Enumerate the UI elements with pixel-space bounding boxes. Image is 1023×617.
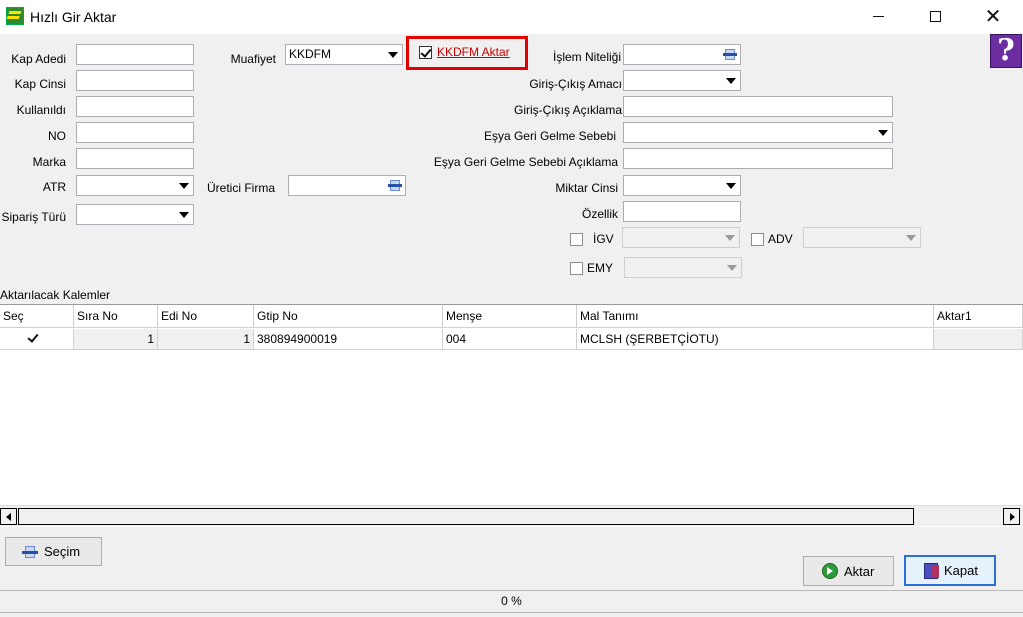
cell-aktar1[interactable] <box>934 329 1023 350</box>
column-header-mal-tanimi[interactable]: Mal Tanımı <box>577 305 934 328</box>
progress-text: 0 % <box>501 594 522 608</box>
esya-geri-gelme-sebebi-label: Eşya Geri Gelme Sebebi <box>483 129 616 143</box>
cell-mal-tanimi[interactable]: MCLSH (ŞERBETÇİOTU) <box>577 329 934 350</box>
column-header-sira-no[interactable]: Sıra No <box>74 305 158 328</box>
muafiyet-value: KKDFM <box>289 47 331 61</box>
kapat-button[interactable]: Kapat <box>904 555 996 586</box>
uretici-firma-label: Üretici Firma <box>207 181 275 195</box>
kullanildi-label: Kullanıldı <box>16 103 66 117</box>
cell-sira-no[interactable]: 1 <box>74 329 158 350</box>
marka-label: Marka <box>32 155 66 169</box>
close-button[interactable]: ✕ <box>970 0 1016 32</box>
maximize-icon <box>929 10 941 22</box>
esya-geri-gelme-sebebi-aciklama-input[interactable] <box>623 148 893 169</box>
chevron-down-icon <box>906 235 916 241</box>
column-header-sec[interactable]: Seç <box>0 305 74 328</box>
islem-niteligi-label: İşlem Niteliği <box>552 50 621 64</box>
igv-checkbox[interactable] <box>570 233 583 246</box>
cell-mense[interactable]: 004 <box>443 329 577 350</box>
uretici-firma-input[interactable] <box>288 175 406 196</box>
miktar-cinsi-select[interactable] <box>623 175 741 196</box>
column-header-gtip-no[interactable]: Gtip No <box>254 305 443 328</box>
kkdfm-aktar-checkbox[interactable] <box>419 46 432 59</box>
miktar-cinsi-label: Miktar Cinsi <box>555 181 618 195</box>
scrollbar-thumb[interactable] <box>18 508 914 525</box>
kap-cinsi-label: Kap Cinsi <box>14 77 66 91</box>
siparis-turu-select[interactable] <box>76 204 194 225</box>
lookup-icon[interactable] <box>721 46 739 63</box>
giris-cikis-aciklama-label: Giriş-Çıkış Açıklama <box>513 103 622 117</box>
scroll-right-icon[interactable] <box>1003 508 1020 525</box>
giris-cikis-amaci-select[interactable] <box>623 70 741 91</box>
emy-checkbox[interactable] <box>570 262 583 275</box>
scroll-left-icon[interactable] <box>0 508 17 525</box>
emy-select[interactable] <box>624 257 742 278</box>
siparis-turu-label: Sipariş Türü <box>1 210 66 224</box>
chevron-down-icon <box>179 212 189 218</box>
minimize-button[interactable] <box>855 0 901 32</box>
maximize-button[interactable] <box>912 0 958 32</box>
muafiyet-label: Muafiyet <box>230 52 276 66</box>
aktar-button[interactable]: Aktar <box>803 556 894 586</box>
esya-geri-gelme-sebebi-aciklama-label: Eşya Geri Gelme Sebebi Açıklama <box>433 155 618 169</box>
row-select-checkbox[interactable] <box>27 332 40 345</box>
kap-cinsi-input[interactable] <box>76 70 194 91</box>
no-label: NO <box>48 129 66 143</box>
help-icon[interactable]: ? <box>990 34 1022 68</box>
giris-cikis-aciklama-input[interactable] <box>623 96 893 117</box>
items-grid[interactable]: Seç Sıra No Edi No Gtip No Menşe Mal Tan… <box>0 304 1023 527</box>
kap-adedi-input[interactable] <box>76 44 194 65</box>
islem-niteligi-input[interactable] <box>623 44 741 65</box>
no-input[interactable] <box>76 122 194 143</box>
column-header-mense[interactable]: Menşe <box>443 305 577 328</box>
selection-icon <box>22 545 38 559</box>
adv-checkbox[interactable] <box>751 233 764 246</box>
marka-input[interactable] <box>76 148 194 169</box>
column-header-aktar1[interactable]: Aktar1 <box>934 305 1023 328</box>
exit-door-icon <box>924 562 939 579</box>
kullanildi-input[interactable] <box>76 96 194 117</box>
horizontal-scrollbar[interactable] <box>0 505 1023 526</box>
close-icon: ✕ <box>984 4 1002 28</box>
column-header-edi-no[interactable]: Edi No <box>158 305 254 328</box>
chevron-down-icon <box>878 130 888 136</box>
adv-select[interactable] <box>803 227 921 248</box>
igv-label: İGV <box>593 232 614 246</box>
chevron-down-icon <box>179 183 189 189</box>
chevron-down-icon <box>726 183 736 189</box>
ozellik-input[interactable] <box>623 201 741 222</box>
table-row[interactable] <box>0 329 74 350</box>
chevron-down-icon <box>727 265 737 271</box>
lookup-icon[interactable] <box>386 177 404 194</box>
play-arrow-icon <box>822 563 838 579</box>
ozellik-label: Özellik <box>581 207 618 221</box>
window-title: Hızlı Gir Aktar <box>30 9 117 25</box>
chevron-down-icon <box>726 78 736 84</box>
igv-select[interactable] <box>622 227 740 248</box>
atr-label: ATR <box>42 180 66 194</box>
giris-cikis-amaci-label: Giriş-Çıkış Amacı <box>529 77 622 91</box>
muafiyet-select[interactable]: KKDFM <box>285 44 403 65</box>
chevron-down-icon <box>725 235 735 241</box>
emy-label: EMY <box>587 261 614 275</box>
chevron-down-icon <box>388 52 398 58</box>
app-icon <box>6 7 24 25</box>
esya-geri-gelme-sebebi-select[interactable] <box>623 122 893 143</box>
cell-edi-no[interactable]: 1 <box>158 329 254 350</box>
kap-adedi-label: Kap Adedi <box>11 52 66 66</box>
cell-gtip-no[interactable]: 380894900019 <box>254 329 443 350</box>
secim-button[interactable]: Seçim <box>5 537 102 566</box>
adv-label: ADV <box>768 232 793 246</box>
minimize-icon <box>872 15 884 17</box>
atr-select[interactable] <box>76 175 194 196</box>
grid-caption: Aktarılacak Kalemler <box>0 288 111 302</box>
